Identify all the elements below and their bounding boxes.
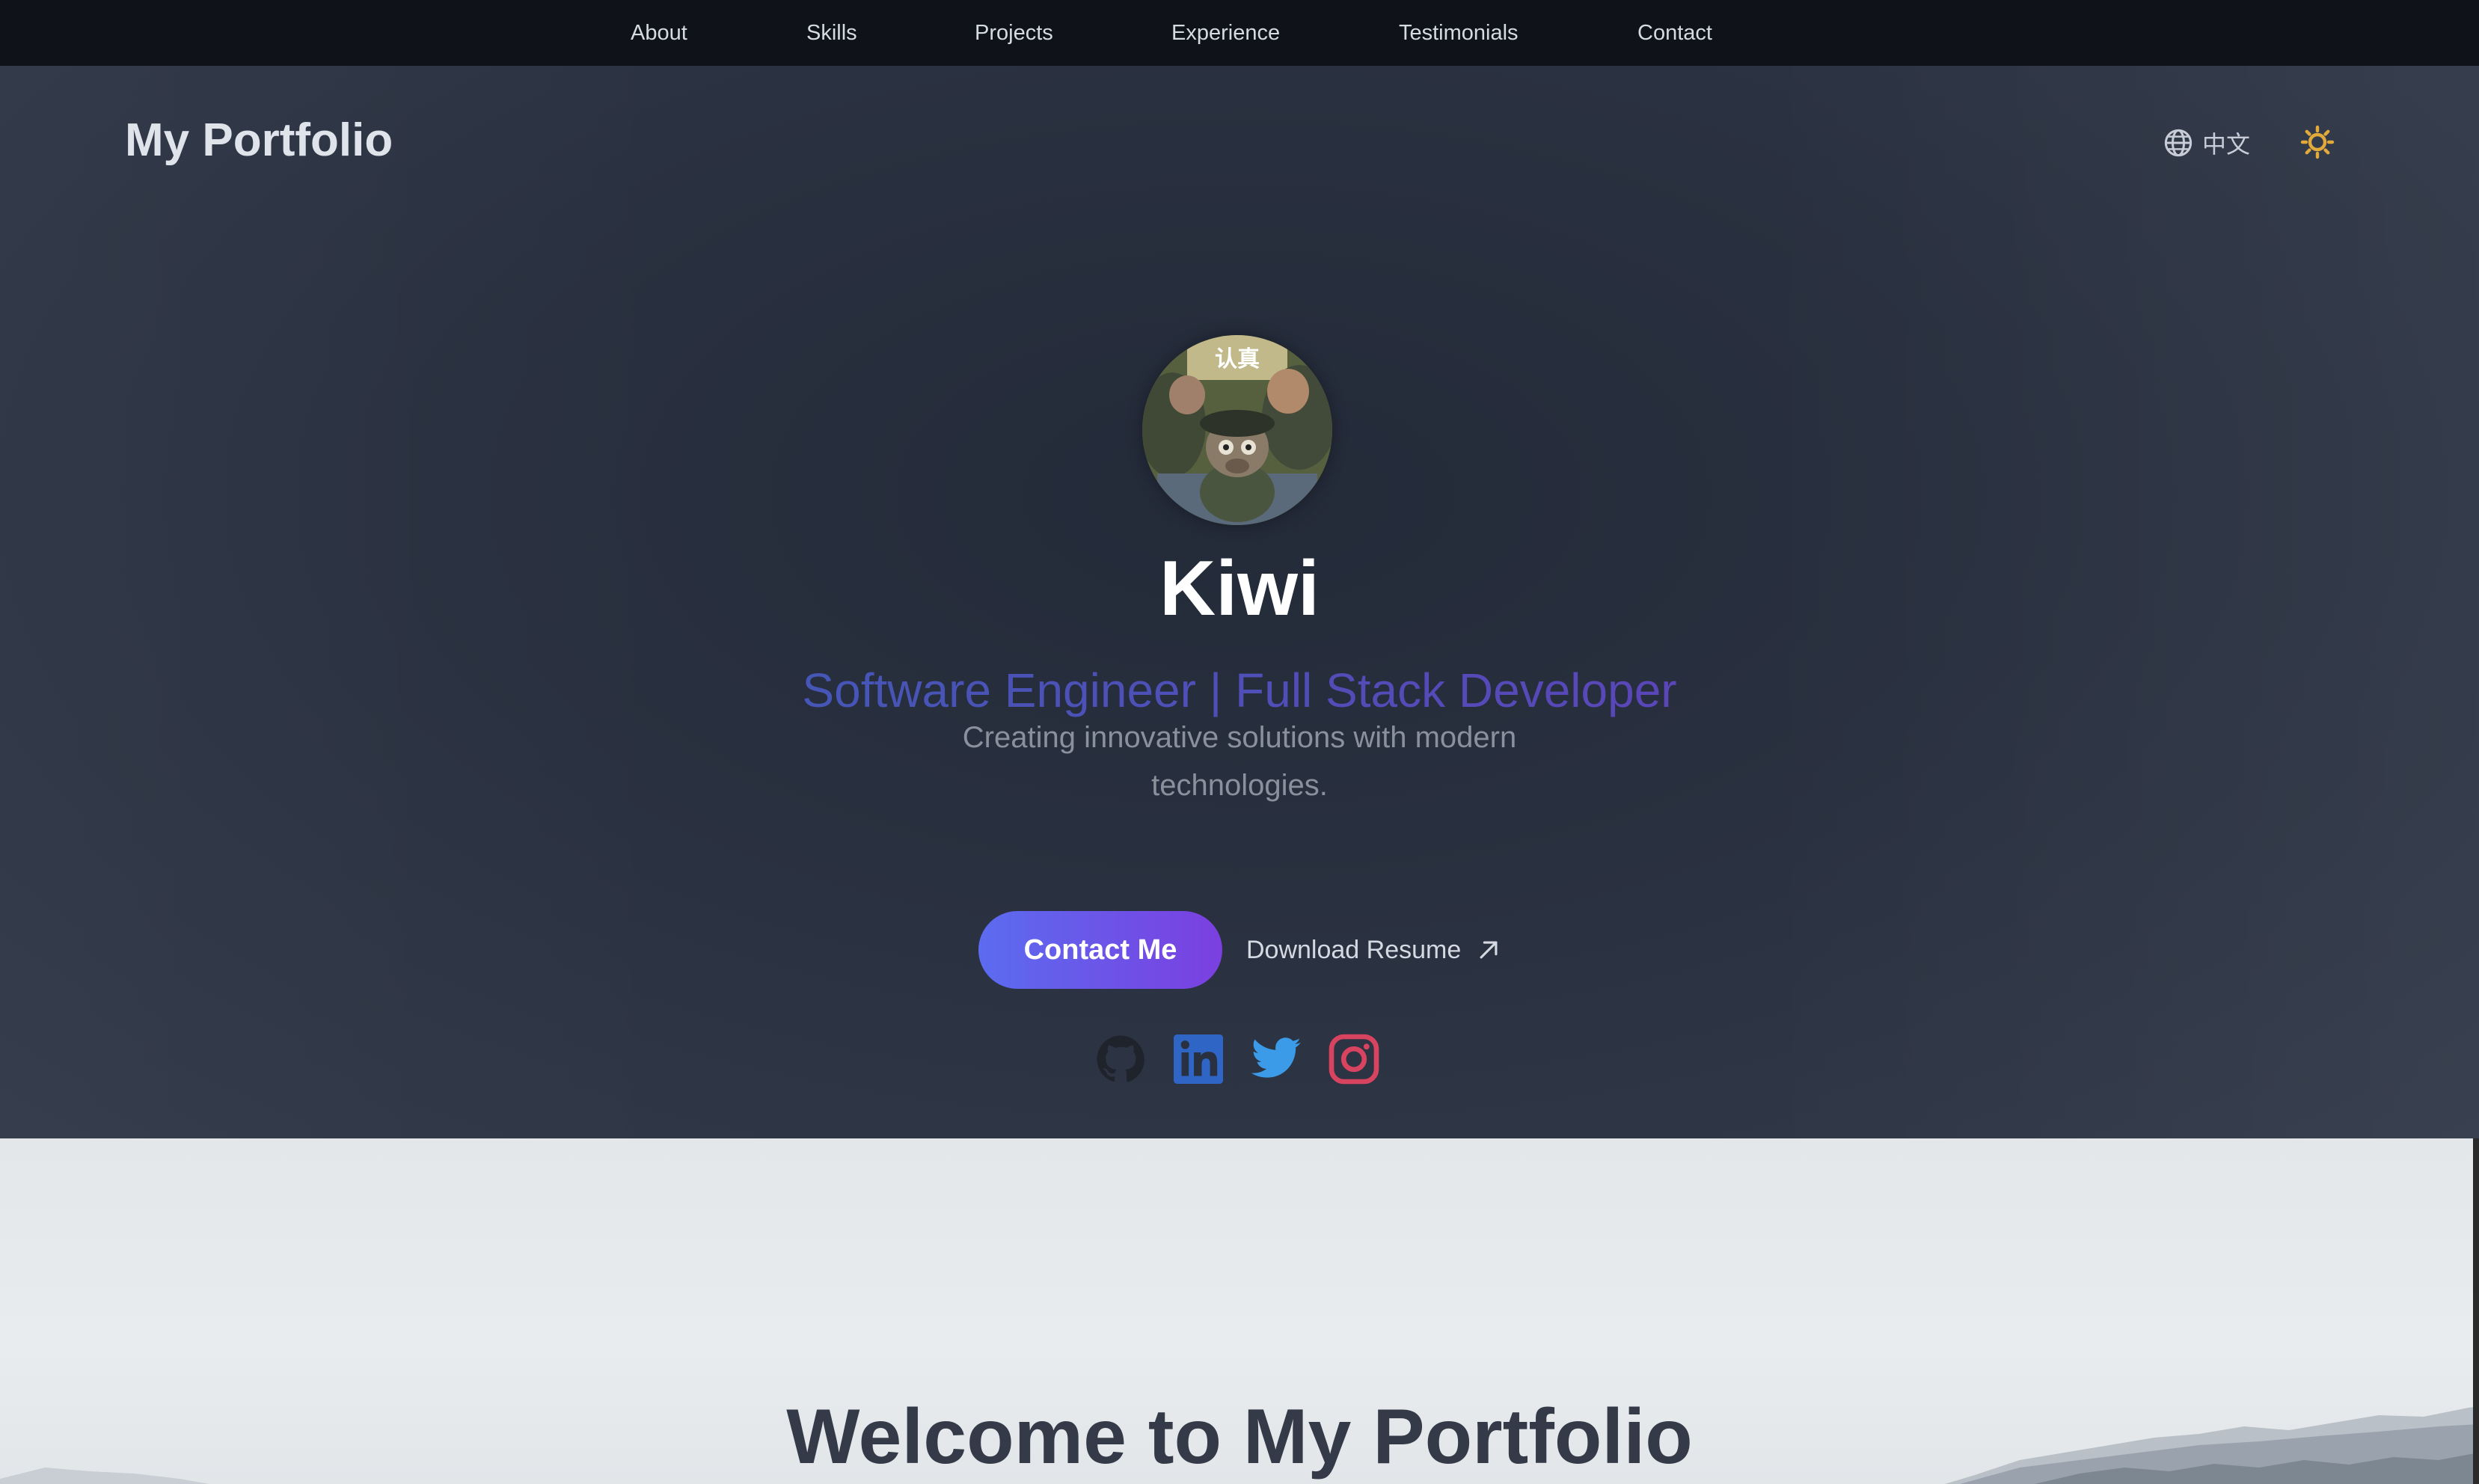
theme-toggle[interactable]	[2299, 124, 2335, 160]
top-navigation: About Skills Projects Experience Testimo…	[0, 0, 2479, 66]
instagram-icon	[1329, 1034, 1379, 1085]
avatar-image: 认真	[1142, 335, 1332, 525]
linkedin-icon	[1174, 1034, 1223, 1084]
globe-icon	[2164, 129, 2193, 157]
welcome-title: Welcome to My Portfolio	[786, 1393, 1693, 1480]
nav-item-contact[interactable]: Contact	[1637, 0, 1712, 66]
avatar-caption: 认真	[1215, 346, 1260, 372]
contact-me-button[interactable]: Contact Me	[978, 911, 1222, 989]
avatar: 认真	[1142, 335, 1332, 525]
page-edge	[2473, 1138, 2479, 1484]
social-links	[0, 1032, 2479, 1092]
language-switcher[interactable]: 中文	[2163, 126, 2250, 160]
hero-role-text: Software Engineer | Full Stack Developer	[802, 663, 1677, 717]
nav-item-experience[interactable]: Experience	[1171, 0, 1280, 66]
hero-tagline: Creating innovative solutions with moder…	[962, 721, 1517, 802]
download-resume-link[interactable]: Download Resume	[1246, 926, 1501, 974]
language-label: 中文	[2202, 131, 2251, 158]
twitter-icon	[1251, 1037, 1301, 1078]
download-resume-label: Download Resume	[1246, 935, 1462, 964]
site-logo[interactable]: My Portfolio	[125, 114, 393, 167]
github-link[interactable]	[1094, 1032, 1147, 1086]
nav-item-testimonials[interactable]: Testimonials	[1399, 0, 1519, 66]
welcome-section: Welcome to My Portfolio	[0, 1138, 2479, 1484]
linkedin-link[interactable]	[1171, 1032, 1225, 1086]
nav-item-about[interactable]: About	[631, 0, 687, 66]
portfolio-page: About Skills Projects Experience Testimo…	[0, 0, 2479, 1484]
sun-icon	[2300, 125, 2335, 159]
instagram-link[interactable]	[1327, 1032, 1381, 1086]
hero-name: Kiwi	[1159, 545, 1320, 632]
hero-role: Software Engineer | Full Stack Developer	[0, 663, 2479, 718]
nav-item-projects[interactable]: Projects	[975, 0, 1053, 66]
nav-item-skills[interactable]: Skills	[806, 0, 857, 66]
arrow-up-right-icon	[1480, 941, 1498, 959]
hero-section: My Portfolio 中文 认真 Kiwi Software Enginee…	[0, 66, 2479, 1138]
github-icon	[1097, 1035, 1144, 1082]
twitter-link[interactable]	[1249, 1032, 1303, 1086]
